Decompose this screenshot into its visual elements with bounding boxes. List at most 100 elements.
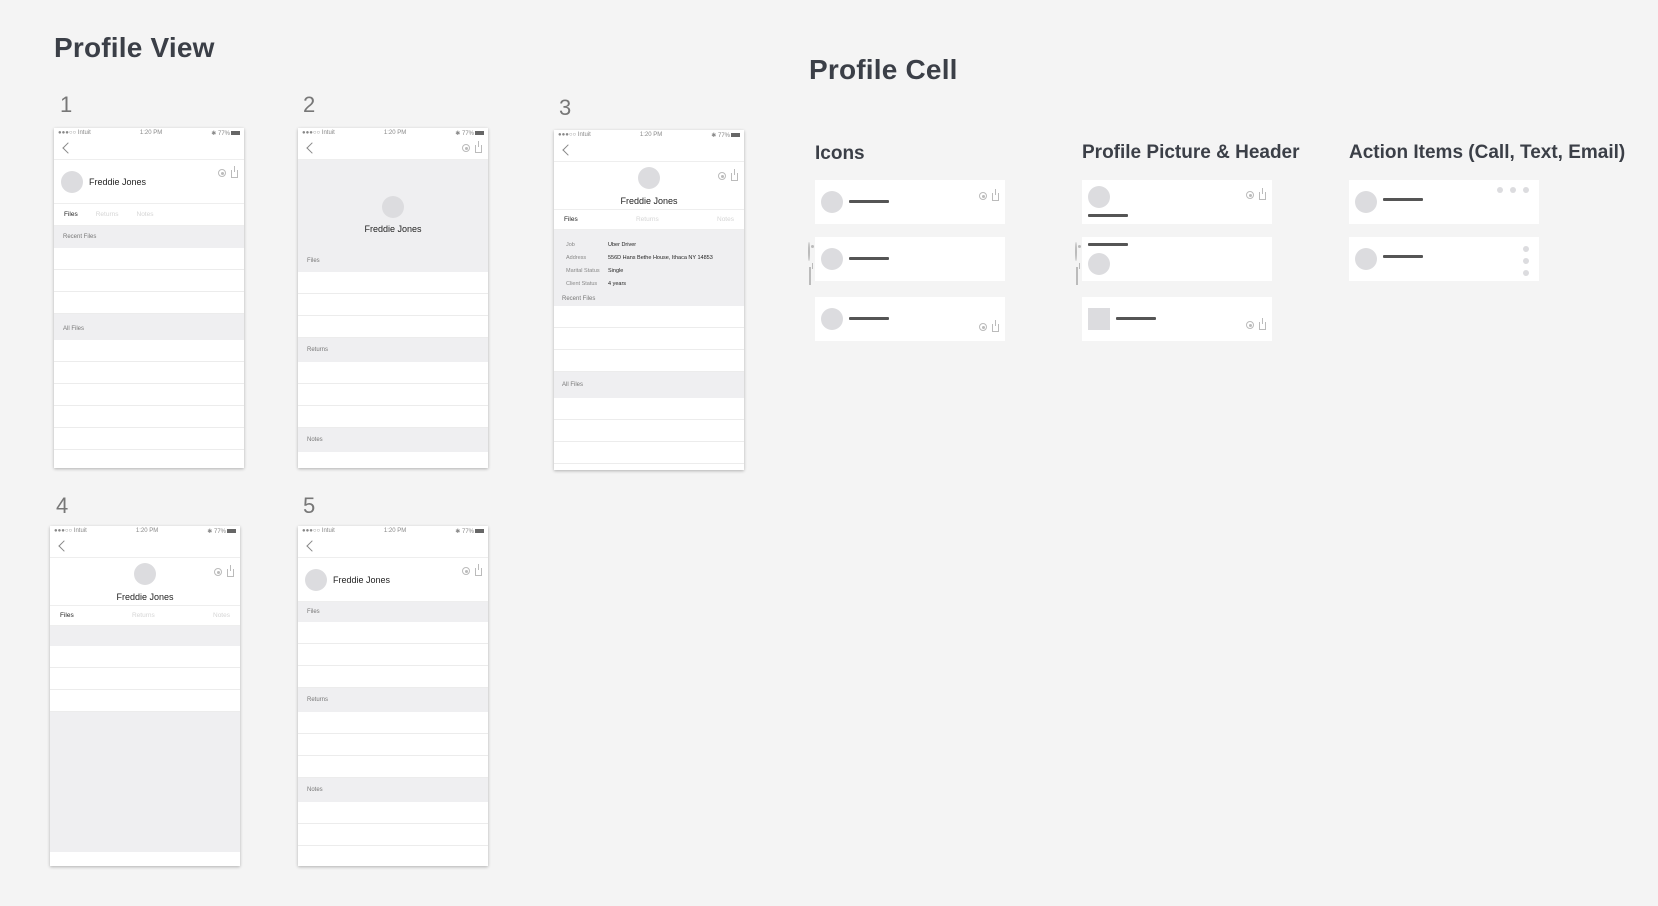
battery-text: ✱ 77% xyxy=(711,132,730,139)
list-item[interactable] xyxy=(54,406,244,428)
back-arrow-icon[interactable] xyxy=(306,142,318,154)
list-item[interactable] xyxy=(298,294,488,316)
nav-bar xyxy=(54,138,244,160)
settings-icon[interactable] xyxy=(218,169,226,177)
settings-icon[interactable] xyxy=(1246,191,1254,199)
tab-files[interactable]: Files xyxy=(60,612,74,619)
list-item[interactable] xyxy=(298,406,488,428)
list-item[interactable] xyxy=(298,734,488,756)
share-icon[interactable] xyxy=(809,267,811,285)
list-item[interactable] xyxy=(298,362,488,384)
back-arrow-icon[interactable] xyxy=(306,540,318,552)
email-action-icon[interactable] xyxy=(1523,187,1529,193)
tab-notes[interactable]: Notes xyxy=(213,612,230,619)
battery-icon xyxy=(226,528,236,533)
settings-icon[interactable] xyxy=(1075,242,1077,261)
text-action-icon[interactable] xyxy=(1510,187,1516,193)
settings-icon[interactable] xyxy=(1246,321,1254,329)
list-item[interactable] xyxy=(298,802,488,824)
carrier-text: ●●●○○ Intuit xyxy=(302,528,335,534)
tab-returns[interactable]: Returns xyxy=(96,211,119,218)
cell-icons-variant-3[interactable] xyxy=(815,297,1005,341)
settings-icon[interactable] xyxy=(979,323,987,331)
cell-header-variant-1[interactable] xyxy=(1082,180,1272,224)
cell-header-variant-3[interactable] xyxy=(1082,297,1272,341)
cell-actions-horizontal[interactable] xyxy=(1349,180,1539,224)
share-icon[interactable] xyxy=(475,141,482,153)
share-icon[interactable] xyxy=(1076,267,1078,285)
avatar xyxy=(821,191,843,213)
list-item[interactable] xyxy=(54,270,244,292)
picture-header-group-title: Profile Picture & Header xyxy=(1082,142,1300,163)
share-icon[interactable] xyxy=(992,189,999,201)
list-item[interactable] xyxy=(554,442,744,464)
text-action-icon[interactable] xyxy=(1523,258,1529,264)
settings-icon[interactable] xyxy=(808,242,810,261)
battery-text: ✱ 77% xyxy=(455,130,474,137)
list-item[interactable] xyxy=(298,644,488,666)
share-icon[interactable] xyxy=(231,166,238,178)
share-icon[interactable] xyxy=(731,169,738,181)
tab-files[interactable]: Files xyxy=(564,216,578,223)
list-item[interactable] xyxy=(54,340,244,362)
list-item[interactable] xyxy=(298,756,488,778)
tab-returns[interactable]: Returns xyxy=(132,612,155,619)
list-item[interactable] xyxy=(50,690,240,712)
list-item[interactable] xyxy=(554,306,744,328)
tab-bar: Files Returns Notes xyxy=(554,210,744,230)
list-item[interactable] xyxy=(54,292,244,314)
tab-returns[interactable]: Returns xyxy=(636,216,659,223)
cell-actions-vertical[interactable] xyxy=(1349,237,1539,281)
cell-header-variant-2[interactable] xyxy=(1075,237,1272,285)
tab-notes[interactable]: Notes xyxy=(137,211,154,218)
detail-label: Job xyxy=(566,241,575,248)
list-item[interactable] xyxy=(298,666,488,688)
back-arrow-icon[interactable] xyxy=(58,540,70,552)
settings-icon[interactable] xyxy=(718,172,726,180)
share-icon[interactable] xyxy=(1259,318,1266,330)
nav-bar xyxy=(50,536,240,558)
email-action-icon[interactable] xyxy=(1523,270,1529,276)
name-placeholder-bar xyxy=(849,257,889,260)
list-item[interactable] xyxy=(298,272,488,294)
list-item[interactable] xyxy=(54,362,244,384)
section-header-returns: Returns xyxy=(298,338,488,362)
share-icon[interactable] xyxy=(992,320,999,332)
call-action-icon[interactable] xyxy=(1523,246,1529,252)
list-item[interactable] xyxy=(554,398,744,420)
list-item[interactable] xyxy=(298,622,488,644)
back-arrow-icon[interactable] xyxy=(562,144,574,156)
back-arrow-icon[interactable] xyxy=(62,142,74,154)
list-item[interactable] xyxy=(298,384,488,406)
cell-icons-variant-1[interactable] xyxy=(815,180,1005,224)
list-item[interactable] xyxy=(50,646,240,668)
list-item[interactable] xyxy=(50,668,240,690)
name-placeholder-bar xyxy=(1088,214,1128,217)
list-item[interactable] xyxy=(554,350,744,372)
phone-screen-2: ●●●○○ Intuit 1:20 PM ✱ 77% Freddie Jones… xyxy=(298,128,488,468)
list-item[interactable] xyxy=(54,248,244,270)
tab-files[interactable]: Files xyxy=(64,211,78,218)
list-item[interactable] xyxy=(54,428,244,450)
list-item[interactable] xyxy=(554,328,744,350)
list-item[interactable] xyxy=(554,420,744,442)
share-icon[interactable] xyxy=(475,564,482,576)
settings-icon[interactable] xyxy=(979,192,987,200)
cell-icons-variant-2[interactable] xyxy=(808,237,1005,285)
list-item[interactable] xyxy=(298,452,488,468)
list-item[interactable] xyxy=(298,712,488,734)
share-icon[interactable] xyxy=(1259,188,1266,200)
profile-header: Freddie Jones xyxy=(554,162,744,210)
list-item[interactable] xyxy=(298,316,488,338)
battery-icon xyxy=(230,130,240,135)
settings-icon[interactable] xyxy=(462,567,470,575)
share-icon[interactable] xyxy=(227,565,234,577)
tab-notes[interactable]: Notes xyxy=(717,216,734,223)
settings-icon[interactable] xyxy=(214,568,222,576)
list-item[interactable] xyxy=(54,384,244,406)
call-action-icon[interactable] xyxy=(1497,187,1503,193)
phone-screen-1: ●●●○○ Intuit 1:20 PM ✱ 77% Freddie Jones… xyxy=(54,128,244,468)
list-item[interactable] xyxy=(298,824,488,846)
time-text: 1:20 PM xyxy=(383,130,407,136)
settings-icon[interactable] xyxy=(462,144,470,152)
